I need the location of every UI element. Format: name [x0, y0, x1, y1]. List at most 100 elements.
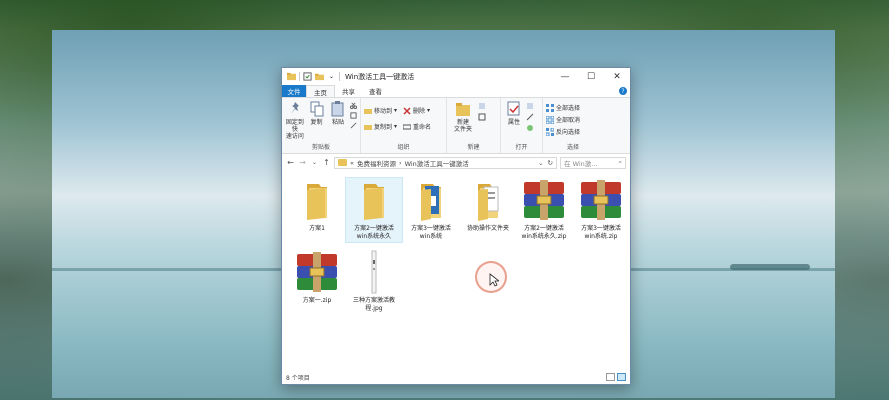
move-to-button[interactable]: 移动到 ▾ — [364, 106, 397, 115]
select-all-button[interactable]: 全部选择 — [546, 103, 580, 112]
folder-icon — [338, 159, 347, 166]
recent-locations-button[interactable]: ⌄ — [310, 159, 319, 166]
group-label-new: 新建 — [467, 144, 480, 151]
ribbon: 固定到快 速访问 复制 粘贴 剪贴板 移动到 ▾ 复制到 ▾ 删除 ▾ 重命名 … — [282, 97, 630, 154]
rename-button[interactable]: 重命名 — [403, 122, 431, 131]
select-none-button[interactable]: 全部取消 — [546, 115, 580, 124]
file-name: 方案3一键激活 win系统.zip — [581, 225, 621, 240]
file-item[interactable]: 方案2一键激活 win系统永久.zip — [515, 178, 573, 241]
new-folder-icon[interactable] — [315, 72, 324, 81]
search-icon: ⌕ — [618, 158, 622, 166]
winrar-archive-icon — [524, 180, 564, 220]
folder-icon — [364, 184, 384, 220]
chevron-down-icon[interactable]: ⌄ — [327, 72, 336, 81]
easy-access-icon[interactable] — [478, 113, 486, 121]
group-label-organize: 组织 — [397, 144, 410, 151]
open-icon[interactable] — [526, 102, 534, 110]
file-item[interactable]: 方案1 — [288, 178, 346, 233]
address-bar[interactable]: « 免费福利资源 › Win激活工具一键激活 ⌄ ↻ — [334, 156, 557, 169]
chevron-down-icon: ▾ — [394, 123, 398, 130]
group-new: 新建 文件夹 新建 — [447, 98, 501, 153]
chevron-down-icon: ▾ — [394, 107, 398, 114]
copy-to-icon — [364, 124, 372, 130]
tab-file[interactable]: 文件 — [282, 85, 306, 97]
copy-icon — [310, 101, 323, 117]
new-folder-button[interactable]: 新建 文件夹 — [450, 100, 476, 143]
window-title: Win激活工具一键激活 — [345, 72, 415, 81]
paste-button[interactable]: 粘贴 — [328, 100, 348, 143]
file-item[interactable]: 方案3一键激活 win系统 — [402, 178, 460, 241]
delete-icon — [403, 106, 411, 115]
winrar-archive-icon — [581, 180, 621, 220]
status-bar: 8 个项目 — [282, 370, 630, 384]
history-icon[interactable] — [526, 124, 534, 132]
copy-to-button[interactable]: 复制到 ▾ — [364, 122, 397, 131]
file-item[interactable]: 方案2一键激活 win系统永久 — [345, 177, 403, 243]
breadcrumb-separator: › — [398, 158, 402, 167]
file-item[interactable]: 方案一.zip — [288, 250, 346, 305]
group-organize: 移动到 ▾ 复制到 ▾ 删除 ▾ 重命名 组织 — [361, 98, 447, 153]
properties-icon[interactable] — [303, 72, 312, 81]
minimize-button[interactable]: — — [552, 68, 578, 85]
maximize-button[interactable]: ☐ — [578, 68, 604, 85]
up-button[interactable]: ↑ — [322, 158, 331, 167]
folder-with-app-icon — [421, 184, 441, 221]
copy-to-label: 复制到 — [374, 124, 393, 131]
paste-label: 粘贴 — [332, 119, 345, 126]
properties-icon — [507, 101, 520, 116]
back-button[interactable]: ← — [286, 158, 295, 167]
forward-button[interactable]: → — [298, 158, 307, 167]
breadcrumb-item[interactable]: Win激活工具一键激活 — [405, 158, 469, 168]
file-item[interactable]: 方案3一键激活 win系统.zip — [572, 178, 630, 241]
tab-home[interactable]: 主页 — [306, 85, 335, 97]
title-bar[interactable]: ⌄ Win激活工具一键激活 — ☐ ✕ — [282, 68, 630, 85]
new-folder-icon — [456, 103, 470, 116]
folder-with-document-icon — [478, 184, 499, 221]
select-none-icon — [546, 115, 554, 124]
invert-selection-button[interactable]: 反向选择 — [546, 127, 580, 136]
folder-icon — [287, 72, 296, 81]
search-input[interactable]: 在 Win激... ⌕ — [560, 156, 626, 169]
delete-button[interactable]: 删除 ▾ — [403, 106, 431, 115]
close-button[interactable]: ✕ — [604, 68, 630, 85]
file-name: 协助操作文件夹 — [466, 225, 509, 232]
invert-selection-icon — [546, 127, 554, 136]
item-count: 8 个项目 — [286, 374, 310, 382]
file-list: 方案1 方案2一键激活 win系统永久 方案3一键激活 win系统 协助操作文件… — [282, 172, 630, 368]
help-icon[interactable]: ? — [619, 87, 627, 95]
chevron-down-icon: ▾ — [427, 107, 431, 114]
address-dropdown-icon[interactable]: ⌄ — [538, 159, 543, 167]
file-name: 方案2一键激活 win系统永久 — [354, 225, 394, 240]
breadcrumb-item[interactable]: 免费福利资源 — [357, 158, 396, 168]
group-label-clipboard: 剪贴板 — [311, 144, 330, 151]
file-name: 方案3一键激活 win系统 — [411, 225, 451, 240]
group-label-select: 选择 — [566, 144, 579, 151]
refresh-icon[interactable]: ↻ — [548, 159, 553, 167]
folder-icon — [307, 184, 327, 220]
copy-path-icon[interactable] — [350, 112, 357, 119]
move-to-icon — [364, 108, 372, 114]
select-none-label: 全部取消 — [556, 117, 581, 124]
winrar-archive-icon — [297, 252, 337, 292]
breadcrumb-overflow[interactable]: « — [350, 159, 354, 167]
group-clipboard: 固定到快 速访问 复制 粘贴 剪贴板 — [282, 98, 361, 153]
tab-view[interactable]: 查看 — [362, 85, 389, 97]
paste-shortcut-icon[interactable] — [350, 122, 357, 129]
cut-icon[interactable] — [350, 102, 358, 109]
group-select: 全部选择 全部取消 反向选择 选择 — [543, 98, 603, 153]
new-folder-label: 新建 文件夹 — [453, 119, 472, 133]
edit-icon[interactable] — [526, 113, 534, 121]
move-to-label: 移动到 — [374, 108, 393, 115]
invert-selection-label: 反向选择 — [556, 129, 581, 136]
new-item-icon[interactable] — [478, 102, 486, 110]
address-row: ← → ⌄ ↑ « 免费福利资源 › Win激活工具一键激活 ⌄ ↻ 在 Win… — [282, 154, 630, 171]
copy-button[interactable]: 复制 — [307, 100, 327, 143]
pin-quick-access-button[interactable]: 固定到快 速访问 — [285, 100, 305, 143]
file-item[interactable]: 三种方案激活教 程.jpg — [345, 250, 403, 313]
details-view-button[interactable] — [606, 373, 615, 381]
pin-icon — [290, 102, 299, 114]
large-icons-view-button[interactable] — [617, 373, 626, 381]
tab-share[interactable]: 共享 — [335, 85, 362, 97]
file-item[interactable]: 协助操作文件夹 — [459, 178, 517, 233]
properties-button[interactable]: 属性 — [504, 100, 524, 143]
